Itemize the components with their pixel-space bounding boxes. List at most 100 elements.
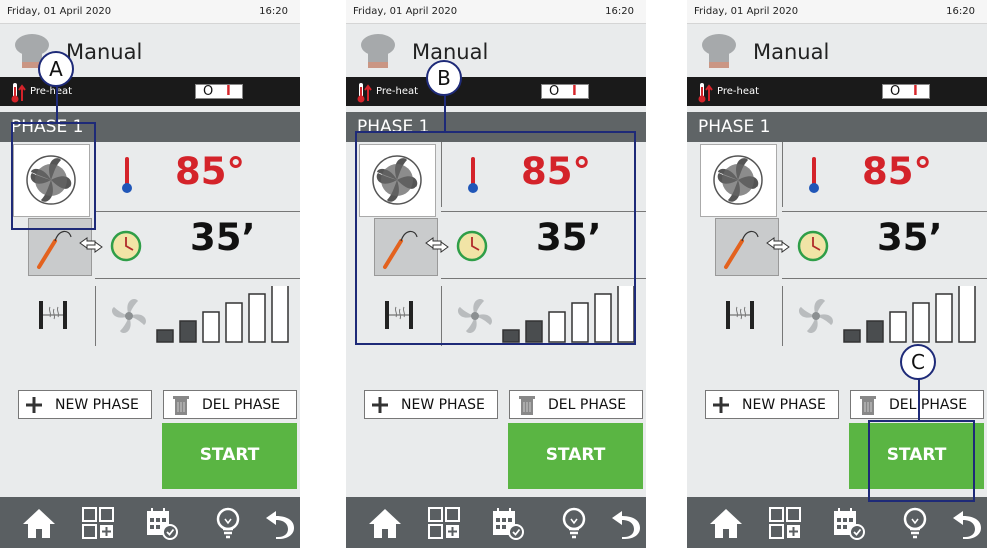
callout-leader-line (444, 95, 446, 132)
plus-icon (713, 397, 729, 413)
fan-speed-bar[interactable] (889, 311, 907, 343)
toggle-on-label: I (913, 84, 918, 99)
back-arrow-icon[interactable] (262, 505, 298, 541)
preheat-toggle[interactable]: O I (541, 84, 589, 99)
row-divider (95, 278, 300, 279)
toggle-on-label: I (572, 84, 577, 99)
new-phase-button[interactable]: NEW PHASE (705, 390, 839, 419)
programs-grid-icon[interactable] (80, 505, 116, 541)
delete-phase-button[interactable]: DEL PHASE (163, 390, 297, 419)
preheat-label: Pre-heat (717, 86, 760, 97)
chef-hat-icon (702, 34, 736, 68)
thermometer-up-icon (698, 83, 713, 103)
new-phase-label: NEW PHASE (742, 397, 826, 413)
fan-icon (798, 298, 834, 334)
start-button[interactable]: START (162, 423, 297, 489)
status-date: Friday, 01 April 2020 (694, 6, 799, 17)
calendar-icon[interactable] (489, 505, 525, 541)
programs-grid-icon[interactable] (426, 505, 462, 541)
delete-phase-button[interactable]: DEL PHASE (509, 390, 643, 419)
humidity-valve-icon[interactable] (723, 298, 757, 332)
chef-hat-icon (361, 34, 395, 68)
preheat-bar: Pre-heat O I (687, 77, 987, 106)
oven-screen: Friday, 01 April 2020 16:20 Manual Pre-h… (346, 0, 646, 548)
home-icon[interactable] (21, 505, 57, 541)
fan-speed-bar[interactable] (202, 311, 220, 343)
toggle-on-label: I (226, 84, 231, 99)
preheat-bar: Pre-heat O I (346, 77, 646, 106)
callout-leader-line (56, 86, 58, 122)
fan-speed-bar[interactable] (248, 293, 266, 343)
fan-speed-bar[interactable] (843, 329, 861, 343)
oven-screen: Friday, 01 April 2020 16:20 Manual Pre-h… (687, 0, 987, 548)
highlight-box (11, 122, 96, 230)
highlight-box (355, 131, 636, 345)
home-icon[interactable] (367, 505, 403, 541)
preheat-label: Pre-heat (30, 86, 73, 97)
duration-value[interactable]: 35’ (190, 216, 256, 259)
new-phase-button[interactable]: NEW PHASE (18, 390, 152, 419)
fan-speed-bar[interactable] (225, 302, 243, 343)
status-time: 16:20 (946, 6, 975, 17)
toggle-off-label: O (890, 84, 901, 99)
calendar-icon[interactable] (143, 505, 179, 541)
fan-speed-selector[interactable] (842, 284, 982, 344)
program-title: Manual (753, 40, 830, 64)
preheat-label: Pre-heat (376, 86, 419, 97)
phase-header[interactable]: PHASE 1 (687, 112, 987, 142)
delete-phase-label: DEL PHASE (548, 397, 627, 413)
fan-speed-bar[interactable] (271, 284, 289, 343)
swap-arrows-icon[interactable] (765, 236, 791, 254)
fan-speed-bar[interactable] (179, 320, 197, 343)
column-divider (782, 142, 783, 207)
fan-speed-selector[interactable] (155, 284, 295, 344)
new-phase-button[interactable]: NEW PHASE (364, 390, 498, 419)
duration-value[interactable]: 35’ (877, 216, 943, 259)
home-icon[interactable] (708, 505, 744, 541)
lightbulb-icon[interactable] (210, 505, 246, 541)
callout-leader-line (918, 379, 920, 420)
preheat-toggle[interactable]: O I (195, 84, 243, 99)
lightbulb-icon[interactable] (897, 505, 933, 541)
steam-convection-icon (713, 155, 763, 205)
thermometer-up-icon (357, 83, 372, 103)
new-phase-label: NEW PHASE (401, 397, 485, 413)
temperature-value[interactable]: 85° (175, 150, 245, 193)
fan-speed-bar[interactable] (156, 329, 174, 343)
thermometer-icon (122, 157, 132, 193)
trash-icon (860, 396, 876, 415)
bottom-nav-bar (687, 497, 987, 548)
swap-arrows-icon[interactable] (78, 236, 104, 254)
back-arrow-icon[interactable] (608, 505, 644, 541)
lightbulb-icon[interactable] (556, 505, 592, 541)
calendar-icon[interactable] (830, 505, 866, 541)
column-divider (95, 286, 96, 346)
fan-speed-bar[interactable] (912, 302, 930, 343)
status-time: 16:20 (605, 6, 634, 17)
cooking-mode-button[interactable] (700, 144, 777, 217)
toggle-off-label: O (203, 84, 214, 99)
programs-grid-icon[interactable] (767, 505, 803, 541)
bottom-nav-bar (346, 497, 646, 548)
start-label: START (545, 445, 606, 465)
clock-icon (110, 230, 142, 262)
status-time: 16:20 (259, 6, 288, 17)
fan-speed-bar[interactable] (866, 320, 884, 343)
row-divider (782, 211, 987, 212)
delete-phase-button[interactable]: DEL PHASE (850, 390, 984, 419)
trash-icon (519, 396, 535, 415)
thermometer-up-icon (11, 83, 26, 103)
fan-speed-bar[interactable] (958, 284, 976, 343)
start-button[interactable]: START (508, 423, 643, 489)
back-arrow-icon[interactable] (949, 505, 985, 541)
highlight-box (868, 420, 975, 502)
callout-marker: C (900, 344, 936, 380)
humidity-valve-icon[interactable] (36, 298, 70, 332)
fan-icon (111, 298, 147, 334)
temperature-value[interactable]: 85° (862, 150, 932, 193)
row-divider (782, 278, 987, 279)
plus-icon (372, 397, 388, 413)
fan-speed-bar[interactable] (935, 293, 953, 343)
preheat-toggle[interactable]: O I (882, 84, 930, 99)
new-phase-label: NEW PHASE (55, 397, 139, 413)
